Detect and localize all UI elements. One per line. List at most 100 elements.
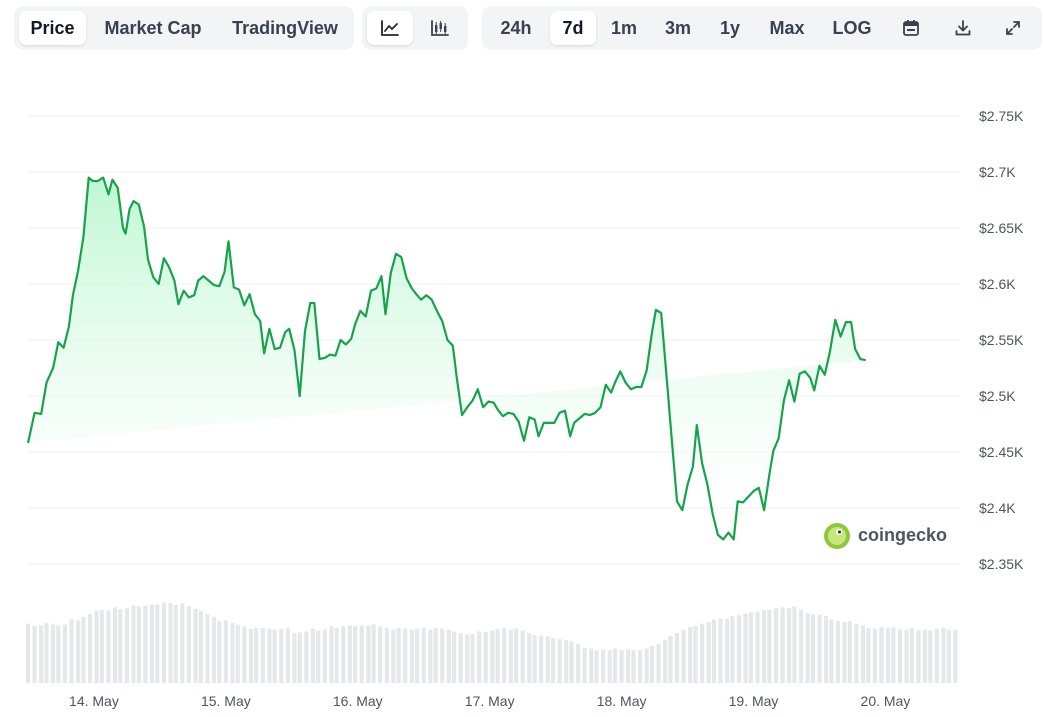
volume-bar xyxy=(56,625,61,683)
x-tick-label: 14. May xyxy=(69,693,119,709)
volume-bar xyxy=(403,628,408,683)
volume-bar xyxy=(631,650,636,683)
volume-bar xyxy=(62,624,67,683)
volume-bar xyxy=(161,603,166,683)
volume-bar xyxy=(217,621,222,683)
volume-bar xyxy=(94,610,99,683)
volume-bar xyxy=(433,627,438,683)
volume-bar xyxy=(316,630,321,683)
volume-bar xyxy=(748,612,753,683)
volume-bar xyxy=(829,619,834,683)
volume-bar xyxy=(941,627,946,683)
x-tick-label: 19. May xyxy=(729,693,779,709)
volume-bar xyxy=(897,629,903,683)
volume-bar xyxy=(872,628,877,683)
volume-bar xyxy=(835,621,841,683)
volume-bar xyxy=(25,623,31,683)
volume-bars xyxy=(25,603,958,683)
volume-bar xyxy=(891,627,896,683)
y-tick-label: $2.7K xyxy=(979,164,1016,180)
volume-bar xyxy=(539,635,544,683)
volume-bar xyxy=(922,629,928,683)
volume-bar xyxy=(718,618,723,683)
x-tick-label: 17. May xyxy=(465,693,515,709)
volume-bar xyxy=(649,646,655,683)
volume-bar xyxy=(198,610,203,683)
volume-bar xyxy=(792,606,797,683)
volume-bar xyxy=(810,614,815,683)
volume-bar xyxy=(87,614,93,683)
volume-bar xyxy=(272,629,277,683)
x-tick-label: 16. May xyxy=(333,693,383,709)
volume-bar xyxy=(700,623,705,683)
volume-bar xyxy=(124,608,129,683)
volume-bar xyxy=(953,629,958,683)
x-tick-label: 18. May xyxy=(597,693,647,709)
volume-bar xyxy=(681,629,686,683)
volume-bar xyxy=(106,610,111,683)
volume-bar xyxy=(607,650,612,683)
volume-bar xyxy=(502,627,507,683)
volume-bar xyxy=(99,609,104,683)
volume-bar xyxy=(113,607,118,683)
volume-bar xyxy=(508,629,513,683)
volume-bar xyxy=(725,618,730,683)
volume-bar xyxy=(527,633,532,683)
volume-bar xyxy=(854,623,859,683)
volume-bar xyxy=(928,630,933,683)
volume-bar xyxy=(787,608,792,683)
volume-bar xyxy=(490,630,495,683)
volume-bar xyxy=(946,629,951,683)
volume-bar xyxy=(545,636,550,683)
volume-bar xyxy=(866,627,871,683)
y-tick-label: $2.6K xyxy=(979,276,1016,292)
volume-bar xyxy=(230,622,235,683)
volume-bar xyxy=(446,629,451,683)
volume-bar xyxy=(260,627,265,683)
coingecko-watermark: coingecko xyxy=(824,523,947,549)
volume-bar xyxy=(674,633,680,683)
volume-bar xyxy=(842,621,847,683)
volume-bar xyxy=(267,628,272,683)
volume-bar xyxy=(149,604,155,683)
y-tick-label: $2.65K xyxy=(979,220,1024,236)
volume-bar xyxy=(693,626,698,683)
x-tick-label: 15. May xyxy=(201,693,251,709)
volume-bar xyxy=(131,605,136,683)
volume-bar xyxy=(886,627,891,683)
volume-bar xyxy=(285,627,290,683)
y-tick-label: $2.4K xyxy=(979,500,1016,516)
volume-bar xyxy=(904,629,909,683)
volume-bar xyxy=(557,639,562,683)
volume-bar xyxy=(304,631,309,683)
volume-bar xyxy=(168,603,173,683)
volume-bar xyxy=(211,616,217,683)
volume-bar xyxy=(136,606,141,683)
volume-bar xyxy=(589,648,594,683)
volume-bar xyxy=(391,629,396,683)
volume-bar xyxy=(248,628,253,683)
volume-bar xyxy=(440,628,445,683)
volume-bar xyxy=(879,627,884,683)
volume-bar xyxy=(44,622,49,683)
volume-bar xyxy=(934,628,939,683)
volume-bar xyxy=(767,609,772,683)
volume-bar xyxy=(173,604,178,683)
volume-bar xyxy=(656,644,661,683)
volume-bar xyxy=(916,630,921,683)
volume-bar xyxy=(322,629,327,683)
volume-bar xyxy=(824,615,829,683)
volume-bar xyxy=(780,607,785,683)
volume-bar xyxy=(421,627,426,683)
volume-bar xyxy=(452,631,457,683)
volume-bar xyxy=(81,616,86,683)
volume-bar xyxy=(371,624,376,683)
volume-bar xyxy=(612,648,618,683)
volume-bar xyxy=(520,630,525,683)
volume-bar xyxy=(32,626,37,683)
volume-bar xyxy=(817,615,822,683)
volume-bar xyxy=(550,638,556,683)
volume-bar xyxy=(644,648,649,683)
volume-bar xyxy=(576,644,581,683)
volume-bar xyxy=(378,626,383,683)
